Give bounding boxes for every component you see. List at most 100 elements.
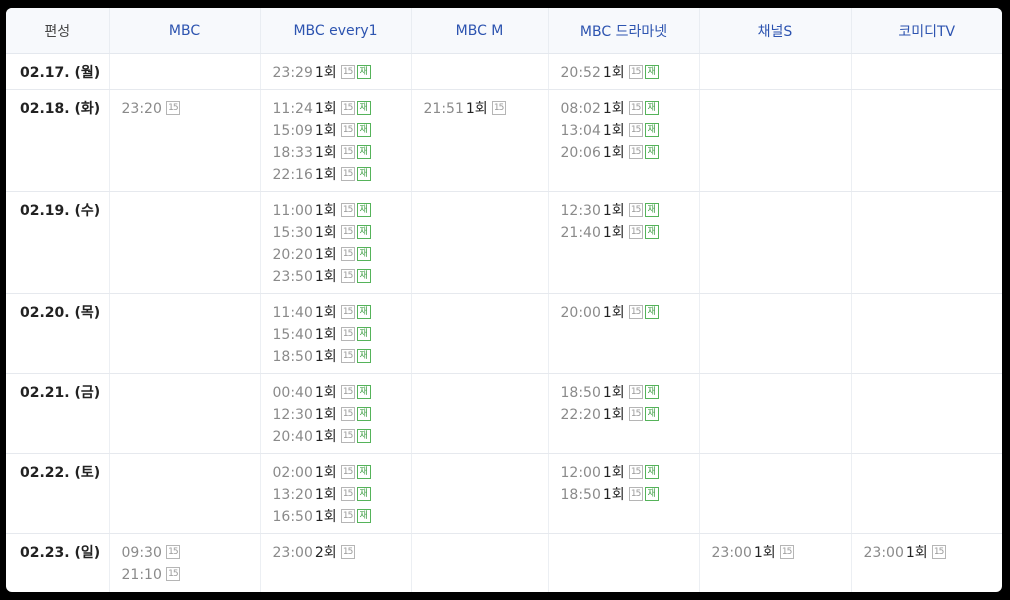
airing-slot[interactable]: 00:40 1회 15 재 <box>273 382 411 404</box>
airing-time: 20:40 <box>272 429 313 445</box>
airing-time: 13:20 <box>272 487 313 503</box>
age-15-rating-icon: 15 <box>628 305 643 319</box>
slot-cell: 21:51 1회 15 <box>411 89 549 192</box>
episode-label: 1회 <box>753 545 776 561</box>
airing-slot[interactable]: 15:09 1회 15 재 <box>273 120 411 142</box>
airing-time: 23:00 <box>272 545 313 561</box>
airing-slot[interactable]: 23:20 15 <box>122 98 260 120</box>
slot-cell: 11:00 1회 15 재 15:30 1회 15 재 20:20 1회 15 재 23:50 1회 15 재 <box>260 191 412 294</box>
slot-cell <box>851 373 1002 454</box>
episode-label: 1회 <box>314 305 337 321</box>
schedule-row: 02.22. (토) 02:00 1회 15 재 13:20 1회 15 재 16:50 1회 15… <box>6 453 1002 534</box>
airing-slot[interactable]: 13:04 1회 15 재 <box>561 120 699 142</box>
rerun-badge-icon: 재 <box>644 145 659 159</box>
airing-slot[interactable]: 12:30 1회 15 재 <box>561 200 699 222</box>
airing-slot[interactable]: 15:40 1회 15 재 <box>273 324 411 346</box>
channel-header-mbc-dramanet[interactable]: MBC 드라마넷 <box>548 8 700 54</box>
airing-time: 18:50 <box>560 385 601 401</box>
airing-slot[interactable]: 18:33 1회 15 재 <box>273 142 411 164</box>
age-15-rating-icon: 15 <box>340 65 355 79</box>
rerun-badge-icon: 재 <box>356 203 371 217</box>
airing-slot[interactable]: 11:00 1회 15 재 <box>273 200 411 222</box>
airing-time: 15:40 <box>272 327 313 343</box>
airing-slot[interactable]: 21:51 1회 15 <box>424 98 548 120</box>
airing-slot[interactable]: 20:40 1회 15 재 <box>273 426 411 448</box>
airing-time: 09:30 <box>121 545 162 561</box>
rerun-badge-icon: 재 <box>644 407 659 421</box>
episode-label: 1회 <box>314 145 337 161</box>
age-15-rating-icon: 15 <box>340 247 355 261</box>
airing-slot[interactable]: 13:20 1회 15 재 <box>273 484 411 506</box>
airing-time: 21:51 <box>423 101 464 117</box>
channel-header-mbc-m[interactable]: MBC M <box>411 8 549 54</box>
airing-slot[interactable]: 11:24 1회 15 재 <box>273 98 411 120</box>
age-15-rating-icon: 15 <box>340 465 355 479</box>
airing-time: 23:20 <box>121 101 162 117</box>
age-15-rating-icon: 15 <box>628 203 643 217</box>
airing-slot[interactable]: 23:00 1회 15 <box>712 542 851 564</box>
airing-slot[interactable]: 18:50 1회 15 재 <box>273 346 411 368</box>
episode-label: 1회 <box>314 203 337 219</box>
episode-label: 2회 <box>314 545 337 561</box>
airing-slot[interactable]: 21:40 1회 15 재 <box>561 222 699 244</box>
airing-slot[interactable]: 12:30 1회 15 재 <box>273 404 411 426</box>
airing-time: 12:30 <box>560 203 601 219</box>
airing-slot[interactable]: 23:29 1회 15 재 <box>273 62 411 84</box>
age-15-rating-icon: 15 <box>340 305 355 319</box>
airing-slot[interactable]: 09:30 15 <box>122 542 260 564</box>
age-15-rating-icon: 15 <box>628 145 643 159</box>
episode-label: 1회 <box>905 545 928 561</box>
schedule-row: 02.18. (화) 23:20 15 11:24 1회 15 재 15:09 1회 15 재 1… <box>6 89 1002 192</box>
airing-slot[interactable]: 21:10 15 <box>122 564 260 586</box>
airing-slot[interactable]: 23:00 1회 15 <box>864 542 1003 564</box>
airing-slot[interactable]: 22:16 1회 15 재 <box>273 164 411 186</box>
slot-cell <box>411 293 549 374</box>
airing-time: 23:00 <box>711 545 752 561</box>
airing-slot[interactable]: 08:02 1회 15 재 <box>561 98 699 120</box>
airing-slot[interactable]: 20:20 1회 15 재 <box>273 244 411 266</box>
slot-cell: 09:30 15 21:10 15 <box>109 533 261 592</box>
rerun-badge-icon: 재 <box>644 385 659 399</box>
channel-header-comedy-tv[interactable]: 코미디TV <box>851 8 1002 54</box>
broadcast-schedule-table: 편성 MBC MBC every1 MBC M MBC 드라마넷 채널S 코미디… <box>6 8 1002 592</box>
episode-label: 1회 <box>602 145 625 161</box>
airing-slot[interactable]: 16:50 1회 15 재 <box>273 506 411 528</box>
airing-slot[interactable]: 18:50 1회 15 재 <box>561 484 699 506</box>
slot-cell <box>851 89 1002 192</box>
slot-cell <box>109 293 261 374</box>
airing-slot[interactable]: 02:00 1회 15 재 <box>273 462 411 484</box>
episode-label: 1회 <box>314 101 337 117</box>
airing-slot[interactable]: 20:06 1회 15 재 <box>561 142 699 164</box>
airing-slot[interactable]: 11:40 1회 15 재 <box>273 302 411 324</box>
channel-header-mbc[interactable]: MBC <box>109 8 261 54</box>
episode-label: 1회 <box>314 247 337 263</box>
airing-slot[interactable]: 12:00 1회 15 재 <box>561 462 699 484</box>
airing-slot[interactable]: 23:00 2회 15 <box>273 542 411 564</box>
age-15-rating-icon: 15 <box>628 465 643 479</box>
age-15-rating-icon: 15 <box>165 567 180 581</box>
airing-time: 13:04 <box>560 123 601 139</box>
channel-header-channel-s[interactable]: 채널S <box>699 8 852 54</box>
age-15-rating-icon: 15 <box>931 545 946 559</box>
schedule-row: 02.17. (월) 23:29 1회 15 재 20:52 1회 15 재 <box>6 53 1002 90</box>
airing-slot[interactable]: 15:30 1회 15 재 <box>273 222 411 244</box>
rerun-badge-icon: 재 <box>356 349 371 363</box>
age-15-rating-icon: 15 <box>340 487 355 501</box>
episode-label: 1회 <box>602 101 625 117</box>
age-15-rating-icon: 15 <box>165 545 180 559</box>
episode-label: 1회 <box>602 487 625 503</box>
slot-cell <box>109 373 261 454</box>
rerun-badge-icon: 재 <box>356 101 371 115</box>
airing-time: 18:50 <box>560 487 601 503</box>
airing-slot[interactable]: 22:20 1회 15 재 <box>561 404 699 426</box>
airing-slot[interactable]: 20:52 1회 15 재 <box>561 62 699 84</box>
age-15-rating-icon: 15 <box>340 509 355 523</box>
age-15-rating-icon: 15 <box>340 407 355 421</box>
airing-slot[interactable]: 18:50 1회 15 재 <box>561 382 699 404</box>
channel-header-mbc-every1[interactable]: MBC every1 <box>260 8 412 54</box>
airing-slot[interactable]: 20:00 1회 15 재 <box>561 302 699 324</box>
schedule-corner-label: 편성 <box>6 8 110 54</box>
rerun-badge-icon: 재 <box>644 123 659 137</box>
airing-slot[interactable]: 23:50 1회 15 재 <box>273 266 411 288</box>
date-cell: 02.22. (토) <box>6 453 110 534</box>
